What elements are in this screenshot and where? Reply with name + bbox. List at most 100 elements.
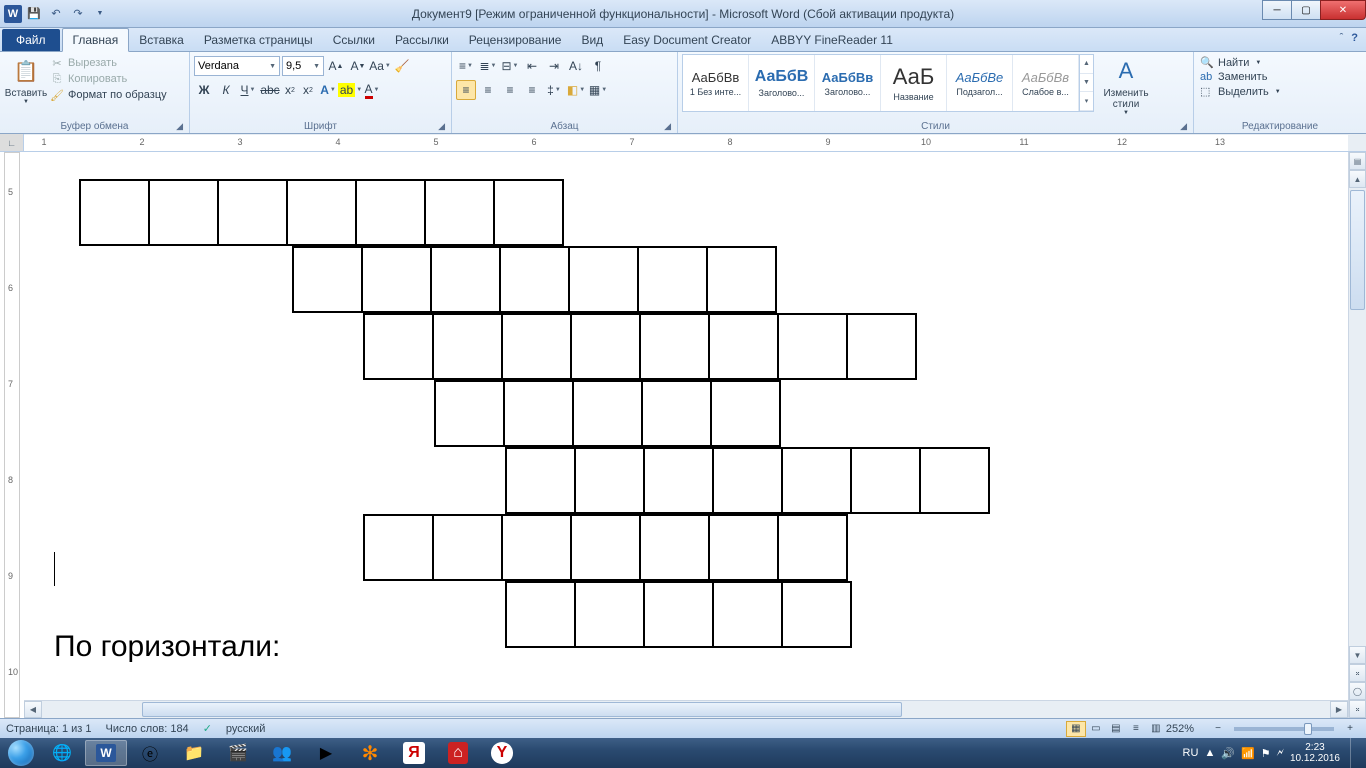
align-center-button[interactable]: ≡ [478,80,498,100]
status-words[interactable]: Число слов: 184 [106,723,189,735]
superscript-button[interactable]: x2 [300,80,316,100]
italic-button[interactable]: К [216,80,236,100]
tab-references[interactable]: Ссылки [323,29,385,51]
vertical-ruler[interactable]: 5678910 [0,152,24,718]
change-case-button[interactable]: Aa▼ [370,56,390,76]
horizontal-scrollbar[interactable]: ◀ ▶ [24,700,1348,718]
qat-customize-button[interactable]: ▼ [90,4,110,24]
scroll-down-button[interactable]: ▼ [1349,646,1366,664]
font-color-button[interactable]: A▼ [362,80,382,100]
scroll-thumb-h[interactable] [142,702,902,717]
text-effects-button[interactable]: A▼ [318,80,338,100]
scroll-thumb-v[interactable] [1350,190,1365,310]
find-button[interactable]: 🔍Найти▼ [1200,56,1281,69]
taskbar-chrome[interactable]: 🌐 [41,740,83,766]
status-page[interactable]: Страница: 1 из 1 [6,723,92,735]
tab-selector[interactable]: ∟ [0,134,24,152]
horizontal-ruler[interactable]: ∟ 12345678910111213 [0,134,1366,152]
minimize-button[interactable]: ─ [1262,0,1292,20]
sort-button[interactable]: A↓ [566,56,586,76]
zoom-thumb[interactable] [1304,723,1312,735]
save-button[interactable]: 💾 [24,4,44,24]
show-desktop-button[interactable] [1350,738,1360,768]
highlight-button[interactable]: ab▼ [340,80,360,100]
shading-button[interactable]: ◧▼ [566,80,586,100]
styles-launcher[interactable]: ◢ [1180,121,1187,132]
taskbar-word[interactable]: W [85,740,127,766]
taskbar-media-player[interactable]: ▶ [305,740,347,766]
maximize-button[interactable]: ▢ [1291,0,1321,20]
paste-button[interactable]: 📋 Вставить ▼ [4,54,48,105]
increase-indent-button[interactable]: ⇥ [544,56,564,76]
zoom-slider[interactable] [1234,727,1334,731]
font-name-combo[interactable]: Verdana▼ [194,56,280,76]
bullets-button[interactable]: ≡▼ [456,56,476,76]
font-size-combo[interactable]: 9,5▼ [282,56,324,76]
help-button[interactable]: ? [1351,32,1358,44]
align-right-button[interactable]: ≡ [500,80,520,100]
undo-button[interactable]: ↶ [46,4,66,24]
view-web-layout[interactable]: ▤ [1106,721,1126,737]
taskbar-app-orange[interactable]: ✻ [349,740,391,766]
document-page[interactable]: По горизонтали: [24,152,1348,718]
vertical-scrollbar[interactable]: ▤ ▲ ▼ 𝄪 ◯ 𝄪 [1348,152,1366,718]
tab-view[interactable]: Вид [571,29,613,51]
taskbar-messenger[interactable]: 👥 [261,740,303,766]
taskbar-movies[interactable]: 🎬 [217,740,259,766]
tab-abbyy-finereader[interactable]: ABBYY FineReader 11 [761,29,903,51]
cut-button[interactable]: ✂Вырезать [50,56,167,70]
select-button[interactable]: ⬚Выделить▼ [1200,85,1281,98]
next-page-button[interactable]: 𝄪 [1349,700,1366,718]
tray-battery-icon[interactable]: 🗲 [1277,747,1284,760]
start-button[interactable] [2,739,40,767]
tab-easy-document-creator[interactable]: Easy Document Creator [613,29,761,51]
zoom-percent[interactable]: 252% [1166,723,1194,735]
taskbar-app-red[interactable]: ⌂ [437,740,479,766]
crossword-table[interactable] [80,180,993,649]
replace-button[interactable]: abЗаменить [1200,71,1281,83]
decrease-indent-button[interactable]: ⇤ [522,56,542,76]
browse-object-button[interactable]: ◯ [1349,682,1366,700]
status-spellcheck[interactable]: ✓ [203,722,212,735]
style-subtle[interactable]: АаБбВвСлабое в... [1013,55,1079,111]
styles-expand[interactable]: ▾ [1080,92,1093,111]
view-outline[interactable]: ≡ [1126,721,1146,737]
minimize-ribbon-button[interactable]: ˆ [1340,32,1344,44]
scroll-up-button[interactable]: ▲ [1349,170,1366,188]
clipboard-launcher[interactable]: ◢ [176,121,183,132]
view-full-screen[interactable]: ▭ [1086,721,1106,737]
taskbar-yandex-browser[interactable]: Y [481,740,523,766]
tray-action-center-icon[interactable]: ⚑ [1261,747,1271,760]
tray-network-icon[interactable]: 📶 [1241,747,1255,760]
tab-mailings[interactable]: Рассылки [385,29,459,51]
prev-page-button[interactable]: 𝄪 [1349,664,1366,682]
tray-clock[interactable]: 2:23 10.12.2016 [1290,742,1340,764]
tab-home[interactable]: Главная [62,28,130,52]
zoom-in-button[interactable]: + [1340,721,1360,737]
font-launcher[interactable]: ◢ [438,121,445,132]
align-left-button[interactable]: ≡ [456,80,476,100]
shrink-font-button[interactable]: A▼ [348,56,368,76]
underline-button[interactable]: Ч▼ [238,80,258,100]
close-button[interactable]: ✕ [1320,0,1366,20]
justify-button[interactable]: ≡ [522,80,542,100]
status-language[interactable]: русский [226,723,265,735]
redo-button[interactable]: ↷ [68,4,88,24]
view-print-layout[interactable]: ▦ [1066,721,1086,737]
tray-lang[interactable]: RU [1183,747,1199,759]
tab-page-layout[interactable]: Разметка страницы [194,29,323,51]
tab-insert[interactable]: Вставка [129,29,194,51]
show-marks-button[interactable]: ¶ [588,56,608,76]
styles-scroll-up[interactable]: ▲ [1080,55,1093,74]
change-styles-button[interactable]: A Изменить стили ▼ [1098,54,1154,116]
strikethrough-button[interactable]: abc [260,80,280,100]
paragraph-launcher[interactable]: ◢ [664,121,671,132]
file-tab[interactable]: Файл [2,29,60,51]
view-draft[interactable]: ▥ [1146,721,1166,737]
numbering-button[interactable]: ≣▼ [478,56,498,76]
line-spacing-button[interactable]: ‡▼ [544,80,564,100]
format-painter-button[interactable]: 🖌Формат по образцу [50,88,167,102]
style-heading2[interactable]: АаБбВвЗаголово... [815,55,881,111]
tray-volume-icon[interactable]: 🔊 [1221,747,1235,760]
clear-formatting-button[interactable]: 🧹 [392,56,412,76]
